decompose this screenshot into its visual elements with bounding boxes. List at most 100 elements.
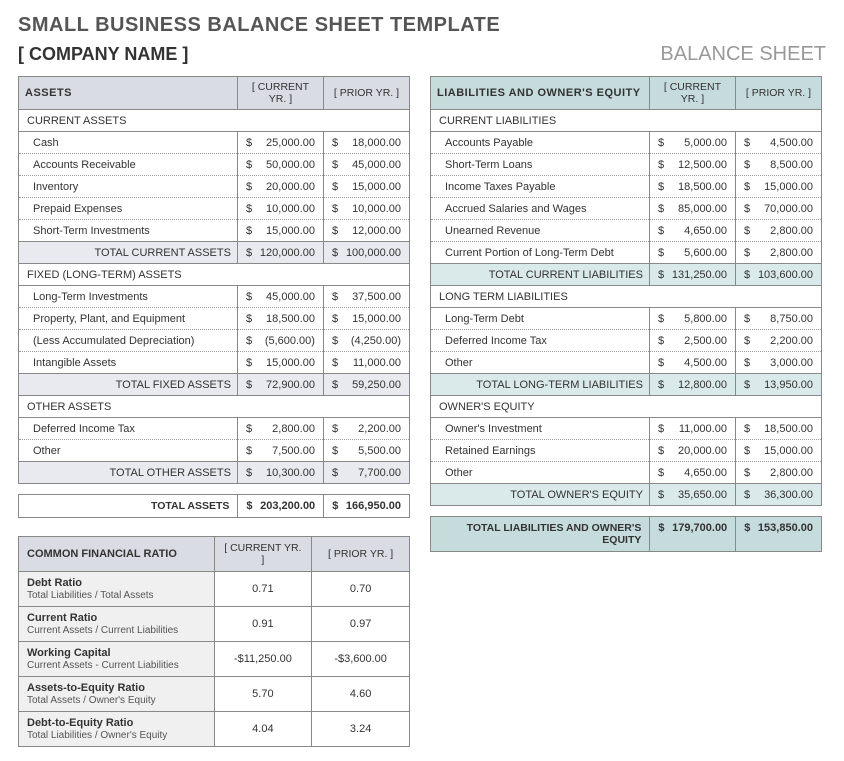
ratio-prior: 0.97 (312, 607, 410, 642)
ratio-current: 4.04 (214, 712, 312, 747)
line-current: $50,000.00 (237, 154, 323, 176)
assets-table: ASSETS [ CURRENT YR. ] [ PRIOR YR. ] CUR… (18, 76, 410, 484)
liab-col-current: [ CURRENT YR. ] (649, 77, 735, 110)
page-title: SMALL BUSINESS BALANCE SHEET TEMPLATE (18, 14, 826, 37)
ratio-label: Current RatioCurrent Assets / Current Li… (19, 607, 215, 642)
line-current: $5,000.00 (649, 132, 735, 154)
ratio-prior: 3.24 (312, 712, 410, 747)
line-prior: $10,000.00 (323, 198, 409, 220)
line-item: Short-Term Investments$15,000.00$12,000.… (19, 220, 410, 242)
ratio-current: 0.91 (214, 607, 312, 642)
subtotal-label: TOTAL FIXED ASSETS (19, 374, 238, 396)
line-label: (Less Accumulated Depreciation) (19, 330, 238, 352)
ratio-prior: -$3,600.00 (312, 642, 410, 677)
line-current: $4,650.00 (649, 462, 735, 484)
subtotal-current: $72,900.00 (237, 374, 323, 396)
line-current: $18,500.00 (649, 176, 735, 198)
subtotal-row: TOTAL LONG-TERM LIABILITIES$12,800.00$13… (431, 374, 822, 396)
line-label: Prepaid Expenses (19, 198, 238, 220)
subtotal-prior: $100,000.00 (323, 242, 409, 264)
line-current: $18,500.00 (237, 308, 323, 330)
line-label: Unearned Revenue (431, 220, 650, 242)
line-current: $2,800.00 (237, 418, 323, 440)
col-prior-yr: [ PRIOR YR. ] (323, 77, 409, 110)
line-prior: $8,500.00 (735, 154, 821, 176)
document-type: BALANCE SHEET (660, 43, 826, 66)
ratio-row: Debt RatioTotal Liabilities / Total Asse… (19, 572, 410, 607)
line-current: $20,000.00 (649, 440, 735, 462)
line-current: $20,000.00 (237, 176, 323, 198)
subtotal-current: $120,000.00 (237, 242, 323, 264)
line-label: Income Taxes Payable (431, 176, 650, 198)
line-label: Deferred Income Tax (431, 330, 650, 352)
line-item: Accounts Receivable$50,000.00$45,000.00 (19, 154, 410, 176)
subsection-title: OWNER'S EQUITY (431, 396, 822, 418)
line-current: $15,000.00 (237, 352, 323, 374)
line-item: Deferred Income Tax$2,800.00$2,200.00 (19, 418, 410, 440)
line-label: Inventory (19, 176, 238, 198)
line-label: Short-Term Investments (19, 220, 238, 242)
line-current: $(5,600.00) (237, 330, 323, 352)
line-prior: $70,000.00 (735, 198, 821, 220)
line-prior: $4,500.00 (735, 132, 821, 154)
ratios-col-prior: [ PRIOR YR. ] (312, 537, 410, 572)
subtotal-current: $12,800.00 (649, 374, 735, 396)
total-assets-label: TOTAL ASSETS (19, 495, 237, 517)
line-current: $15,000.00 (237, 220, 323, 242)
line-prior: $15,000.00 (323, 176, 409, 198)
ratios-table: COMMON FINANCIAL RATIO [ CURRENT YR. ] [… (18, 536, 410, 747)
line-label: Deferred Income Tax (19, 418, 238, 440)
line-prior: $2,200.00 (323, 418, 409, 440)
line-prior: $2,200.00 (735, 330, 821, 352)
line-item: Long-Term Debt$5,800.00$8,750.00 (431, 308, 822, 330)
line-label: Accounts Payable (431, 132, 650, 154)
line-prior: $11,000.00 (323, 352, 409, 374)
line-prior: $(4,250.00) (323, 330, 409, 352)
ratio-prior: 4.60 (312, 677, 410, 712)
subtotal-prior: $36,300.00 (735, 484, 821, 506)
subtotal-label: TOTAL LONG-TERM LIABILITIES (431, 374, 650, 396)
subsection-title: FIXED (LONG-TERM) ASSETS (19, 264, 410, 286)
line-item: Inventory$20,000.00$15,000.00 (19, 176, 410, 198)
line-label: Long-Term Debt (431, 308, 650, 330)
line-current: $5,600.00 (649, 242, 735, 264)
line-prior: $3,000.00 (735, 352, 821, 374)
line-item: Owner's Investment$11,000.00$18,500.00 (431, 418, 822, 440)
subtotal-current: $35,650.00 (649, 484, 735, 506)
subtotal-prior: $13,950.00 (735, 374, 821, 396)
total-liabilities-prior: 153,850.00 (754, 522, 813, 534)
company-name: [ COMPANY NAME ] (18, 44, 188, 65)
ratio-prior: 0.70 (312, 572, 410, 607)
total-assets-prior: 166,950.00 (342, 500, 401, 512)
line-label: Intangible Assets (19, 352, 238, 374)
subsection-title: LONG TERM LIABILITIES (431, 286, 822, 308)
line-prior: $15,000.00 (735, 440, 821, 462)
ratios-header: COMMON FINANCIAL RATIO (19, 537, 215, 572)
ratio-current: 0.71 (214, 572, 312, 607)
line-prior: $45,000.00 (323, 154, 409, 176)
line-item: Deferred Income Tax$2,500.00$2,200.00 (431, 330, 822, 352)
line-item: Other$4,500.00$3,000.00 (431, 352, 822, 374)
subsection-title: CURRENT ASSETS (19, 110, 410, 132)
line-item: Accounts Payable$5,000.00$4,500.00 (431, 132, 822, 154)
total-liabilities-label: TOTAL LIABILITIES AND OWNER'S EQUITY (431, 517, 649, 551)
line-label: Owner's Investment (431, 418, 650, 440)
line-label: Current Portion of Long-Term Debt (431, 242, 650, 264)
line-item: Unearned Revenue$4,650.00$2,800.00 (431, 220, 822, 242)
total-assets-row: TOTAL ASSETS $203,200.00 $166,950.00 (18, 494, 410, 518)
line-label: Other (19, 440, 238, 462)
line-current: $4,500.00 (649, 352, 735, 374)
line-label: Accounts Receivable (19, 154, 238, 176)
line-item: Retained Earnings$20,000.00$15,000.00 (431, 440, 822, 462)
line-current: $2,500.00 (649, 330, 735, 352)
subtotal-row: TOTAL OWNER'S EQUITY$35,650.00$36,300.00 (431, 484, 822, 506)
ratio-label: Working CapitalCurrent Assets - Current … (19, 642, 215, 677)
line-prior: $15,000.00 (735, 176, 821, 198)
line-prior: $8,750.00 (735, 308, 821, 330)
line-prior: $5,500.00 (323, 440, 409, 462)
subtotal-label: TOTAL OWNER'S EQUITY (431, 484, 650, 506)
subsection-title: CURRENT LIABILITIES (431, 110, 822, 132)
subsection-title: OTHER ASSETS (19, 396, 410, 418)
line-prior: $2,800.00 (735, 462, 821, 484)
line-label: Short-Term Loans (431, 154, 650, 176)
